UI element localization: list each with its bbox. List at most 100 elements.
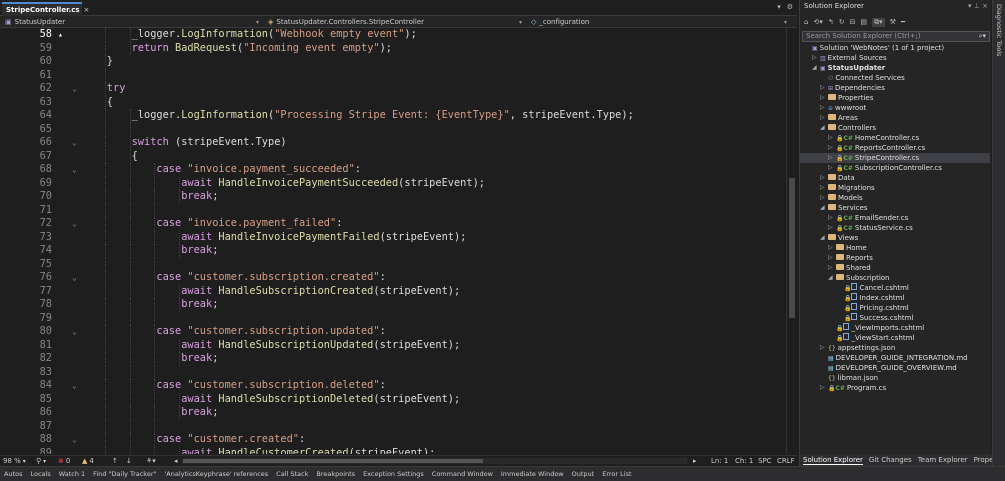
expand-arrow-icon[interactable]: ▷	[820, 173, 826, 183]
diagnostic-tools-side-tab[interactable]: Diagnostic Tools	[992, 0, 1005, 466]
code-line[interactable]: 72 ⌄ case "invoice.payment_failed":	[0, 217, 790, 231]
project-dropdown[interactable]: ▣ StatusUpdater ▾	[2, 17, 262, 27]
bottom-tab[interactable]: Exception Settings	[363, 470, 424, 478]
code-line[interactable]: 63 {	[0, 95, 790, 109]
pending-changes-icon[interactable]: ↰	[828, 18, 834, 26]
tool-tab[interactable]: Team Explorer	[918, 456, 968, 464]
code-line[interactable]: 84 ⌄ case "customer.subscription.deleted":	[0, 379, 790, 393]
expand-arrow-icon[interactable]: ▷	[820, 193, 826, 203]
tree-item[interactable]: ◢ Services	[820, 203, 868, 213]
tree-item[interactable]: ▷ 🔒C# HomeController.cs	[828, 133, 919, 143]
tree-item[interactable]: ▤ DEVELOPER_GUIDE_OVERVIEW.md	[820, 363, 957, 373]
error-count[interactable]: ⊗ 0	[58, 457, 70, 465]
expand-arrow-icon[interactable]: ▷	[820, 103, 826, 113]
fold-toggle-icon[interactable]: ⌄	[72, 271, 77, 285]
expand-arrow-icon[interactable]: ▷	[828, 143, 834, 153]
tree-item[interactable]: ▤ DEVELOPER_GUIDE_INTEGRATION.md	[820, 353, 968, 363]
code-line[interactable]: 64 _logger.LogInformation("Processing Str…	[0, 109, 790, 123]
expand-arrow-icon[interactable]: ▷	[828, 223, 834, 233]
expand-arrow-icon[interactable]: ▷	[828, 243, 834, 253]
settings-icon[interactable]: ⚙	[787, 3, 793, 11]
bottom-tab[interactable]: Locals	[30, 470, 50, 478]
tree-item[interactable]: ▷ 🔒C# SubscriptionController.cs	[828, 163, 942, 173]
collapse-all-icon[interactable]: ⊟	[850, 18, 856, 26]
code-line[interactable]: 65	[0, 122, 790, 136]
tool-tab[interactable]: Solution Explorer	[803, 456, 863, 465]
tree-item[interactable]: ▷ Migrations	[820, 183, 875, 193]
minus-icon[interactable]: ━	[901, 18, 905, 26]
expand-arrow-icon[interactable]: ▷	[828, 213, 834, 223]
expanded-arrow-icon[interactable]: ◢	[828, 273, 834, 283]
tree-item[interactable]: ◢ Subscription	[828, 273, 890, 283]
fold-toggle-icon[interactable]: ⌄	[72, 136, 77, 150]
nav-up-icon[interactable]: ↑	[112, 457, 118, 465]
bottom-tab[interactable]: Command Window	[432, 470, 493, 478]
fold-toggle-icon[interactable]: ⌄	[72, 217, 77, 231]
bottom-tab[interactable]: Breakpoints	[316, 470, 355, 478]
code-line[interactable]: 60}	[0, 55, 790, 69]
tree-item[interactable]: ▷ Reports	[828, 253, 873, 263]
scroll-left-icon[interactable]: ◂	[174, 457, 178, 465]
bottom-tab[interactable]: Output	[572, 470, 595, 478]
bottom-tab[interactable]: 'AnalyticsKeyphrase' references	[165, 470, 269, 478]
git-icon[interactable]: ⚲ ▾	[36, 457, 46, 465]
whitespace-indicator[interactable]: SPC	[758, 457, 772, 465]
tree-item[interactable]: ▷ 🔒C# StripeController.cs	[800, 153, 990, 163]
code-line[interactable]: 74 break;	[0, 244, 790, 258]
close-icon[interactable]: ×	[982, 2, 988, 10]
tree-item[interactable]: ▷ Home	[828, 243, 867, 253]
bottom-tab[interactable]: Find "Daily Tracker"	[93, 470, 156, 478]
expand-arrow-icon[interactable]: ▷	[820, 383, 826, 393]
expand-arrow-icon[interactable]: ▷	[828, 253, 834, 263]
tree-item[interactable]: ⚇ Connected Services	[820, 73, 905, 83]
wrench-icon[interactable]: ⚒	[890, 18, 896, 26]
code-line[interactable]: 76 ⌄ case "customer.subscription.created":	[0, 271, 790, 285]
vertical-scrollbar[interactable]	[786, 28, 797, 454]
bottom-tab[interactable]: Autos	[4, 470, 22, 478]
expand-arrow-icon[interactable]: ▷	[820, 83, 826, 93]
code-area[interactable]: 58 ▴ _logger.LogInformation("Webhook empty…	[0, 28, 797, 454]
expanded-arrow-icon[interactable]: ◢	[820, 123, 826, 133]
tree-item[interactable]: ▷ Properties	[820, 93, 873, 103]
code-line[interactable]: 68 ⌄ case "invoice.payment_succeeded":	[0, 163, 790, 177]
code-line[interactable]: 67 {	[0, 149, 790, 163]
tree-item[interactable]: ◢ ▣ StatusUpdater	[812, 63, 885, 73]
scroll-right-icon[interactable]: ▸	[693, 457, 697, 465]
tree-item[interactable]: 🔒 _ViewStart.cshtml	[828, 332, 914, 343]
expand-arrow-icon[interactable]: ▷	[828, 263, 834, 273]
tree-item[interactable]: ▷ ⊞ Dependencies	[820, 83, 885, 93]
code-cleanup-icon[interactable]: ⚘▾	[146, 457, 156, 465]
fold-toggle-icon[interactable]: ⌄	[72, 325, 77, 339]
expand-arrow-icon[interactable]: ▷	[828, 163, 834, 173]
close-icon[interactable]: ×	[84, 6, 90, 14]
warning-count[interactable]: ▲ 4	[82, 457, 94, 465]
code-line[interactable]: 85 await HandleSubscriptionDeleted(stripe…	[0, 392, 790, 406]
code-line[interactable]: 61	[0, 68, 790, 82]
fold-toggle-icon[interactable]: ⌄	[72, 163, 77, 177]
search-input[interactable]: Search Solution Explorer (Ctrl+;) ⌕▾	[802, 31, 990, 42]
code-line[interactable]: 58 ▴ _logger.LogInformation("Webhook empty…	[0, 28, 790, 42]
fold-toggle-icon[interactable]: ⌄	[72, 82, 77, 96]
code-line[interactable]: 75	[0, 257, 790, 271]
tool-tab[interactable]: Git Changes	[869, 456, 912, 464]
code-line[interactable]: 66 ⌄ switch (stripeEvent.Type)	[0, 136, 790, 150]
expanded-arrow-icon[interactable]: ◢	[820, 203, 826, 213]
code-line[interactable]: 62 ⌄ try	[0, 82, 790, 96]
tree-item[interactable]: ▷ Data	[820, 173, 855, 183]
tree-item[interactable]: {} libman.json	[820, 373, 878, 383]
pin-icon[interactable]: ⊥	[974, 2, 980, 10]
show-all-files-icon[interactable]: ▤	[860, 18, 867, 26]
expand-arrow-icon[interactable]: ▷	[828, 133, 834, 143]
code-line[interactable]: 89 await HandleCustomerCreated(stripeEven…	[0, 446, 790, 454]
tree-item[interactable]: ▷ ⊕ wwwroot	[820, 103, 866, 113]
tree-item[interactable]: 🔒 _ViewImports.cshtml	[828, 322, 924, 333]
preview-icon[interactable]: ⧉▾	[872, 17, 885, 27]
scrollbar-thumb[interactable]	[183, 459, 483, 463]
tree-item[interactable]: 🔒 Index.cshtml	[836, 292, 904, 303]
tree-item[interactable]: ▷ 🔒C# StatusService.cs	[828, 223, 913, 233]
tree-item[interactable]: ◢ Controllers	[820, 123, 876, 133]
code-line[interactable]: 78 break;	[0, 298, 790, 312]
tree-item[interactable]: 🔒 Cancel.cshtml	[836, 282, 909, 293]
tree-item[interactable]: ▷ 🔒C# ReportsController.cs	[828, 143, 925, 153]
member-dropdown[interactable]: ◇ _configuration ▾	[528, 17, 790, 27]
